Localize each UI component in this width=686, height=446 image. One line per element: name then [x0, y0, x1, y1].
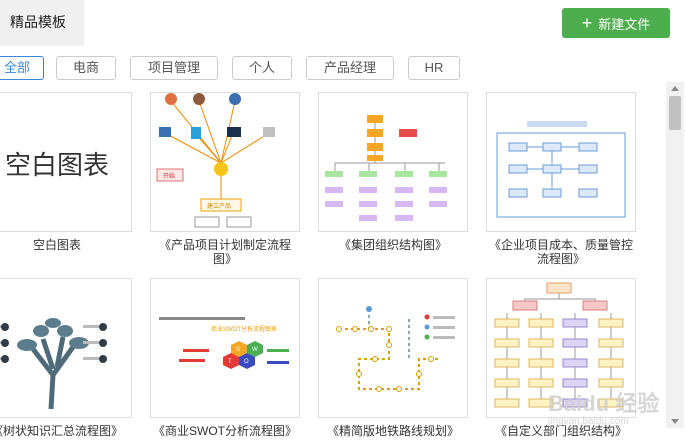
blank-chart-text: 空白图表 — [4, 150, 109, 180]
template-thumbnail: 空白图表 — [0, 92, 132, 232]
template-thumbnail — [0, 278, 132, 418]
watermark-text: Baidu 经验 — [548, 391, 660, 416]
swot-diagram: 商业SWOT分析流程图表 S W O T — [159, 317, 289, 369]
template-card[interactable]: 《树状知识汇总流程图》 — [0, 278, 132, 438]
baidu-watermark: Baidu 经验 jingyan.baidu.com — [548, 386, 659, 427]
template-thumbnail — [486, 92, 636, 232]
swot-title: 商业SWOT分析流程图表 — [211, 325, 277, 333]
template-caption: 《产品项目计划制定流程图》 — [158, 238, 291, 266]
template-caption: 《企业项目成本、质量管控流程图》 — [488, 238, 633, 266]
template-caption: 空白图表 — [32, 238, 81, 252]
template-card[interactable]: 《集团组织结构图》 — [318, 92, 468, 252]
cost-quality-flow-diagram — [496, 121, 626, 218]
template-card[interactable]: 开始 建立产品 《产品项目计划制定流程图》 — [150, 92, 300, 266]
new-file-button[interactable]: + 新建文件 — [562, 8, 670, 38]
template-card[interactable]: 空白图表 空白图表 — [0, 92, 132, 252]
vertical-scrollbar[interactable] — [666, 82, 684, 428]
template-caption: 《商业SWOT分析流程图》 — [153, 424, 297, 438]
subway-route-diagram — [336, 306, 455, 392]
template-card[interactable]: 商业SWOT分析流程图表 S W O T 《商业SWOT分析流程图》 — [150, 278, 300, 438]
top-bar: 精品模板 + 新建文件 — [0, 0, 686, 50]
scrollbar-thumb[interactable] — [669, 96, 681, 130]
template-caption: 《精简版地铁路线规划》 — [326, 424, 459, 438]
scroll-up-icon[interactable] — [671, 86, 679, 91]
filter-all[interactable]: 全部 — [0, 56, 44, 80]
filter-personal[interactable]: 个人 — [232, 56, 292, 80]
template-card[interactable]: 《企业项目成本、质量管控流程图》 — [486, 92, 636, 266]
swot-o: O — [244, 359, 249, 365]
product-flow-diagram: 开始 建立产品 — [156, 93, 275, 228]
filter-product-manager[interactable]: 产品经理 — [306, 56, 394, 80]
swot-w: W — [252, 347, 258, 353]
template-thumbnail — [318, 92, 468, 232]
template-caption: 《集团组织结构图》 — [338, 238, 447, 252]
template-card[interactable]: 《精简版地铁路线规划》 — [318, 278, 468, 438]
tree-knowledge-diagram — [0, 318, 107, 410]
start-label: 开始 — [163, 172, 175, 180]
filter-hr[interactable]: HR — [408, 56, 460, 80]
swot-s: S — [236, 347, 240, 353]
filter-project-management[interactable]: 项目管理 — [130, 56, 218, 80]
template-thumbnail: 商业SWOT分析流程图表 S W O T — [150, 278, 300, 418]
build-label: 建立产品 — [207, 202, 231, 210]
org-chart-diagram — [325, 115, 447, 221]
plus-icon: + — [581, 13, 593, 33]
new-file-label: 新建文件 — [598, 16, 651, 32]
template-thumbnail: 开始 建立产品 — [150, 92, 300, 232]
template-thumbnail — [318, 278, 468, 418]
watermark-sub: jingyan.baidu.com — [548, 416, 629, 427]
tab-premium-templates[interactable]: 精品模板 — [0, 0, 84, 46]
template-caption: 《树状知识汇总流程图》 — [0, 424, 123, 438]
scroll-down-icon[interactable] — [671, 419, 679, 424]
swot-t: T — [228, 359, 232, 365]
filter-ecommerce[interactable]: 电商 — [56, 56, 116, 80]
